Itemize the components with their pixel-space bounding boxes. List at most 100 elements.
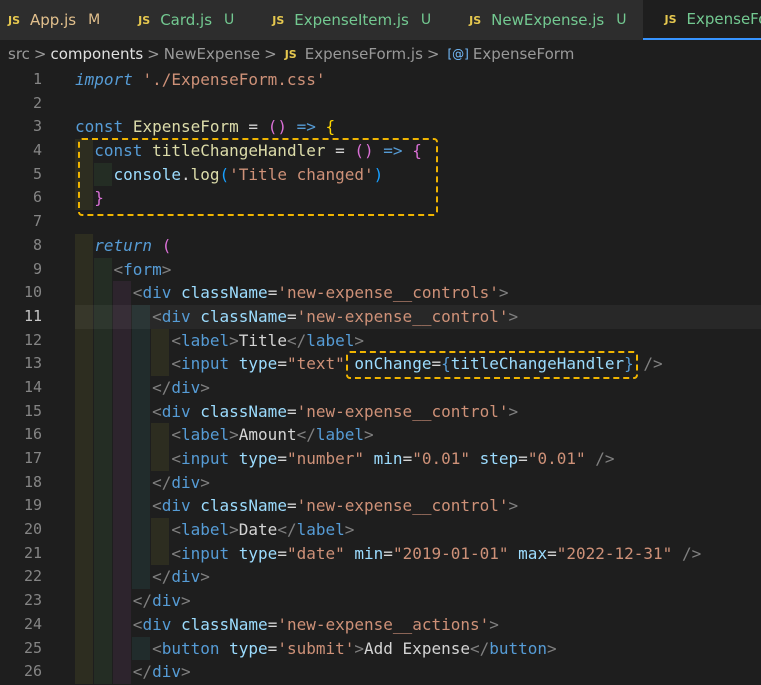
indent-guide (75, 447, 93, 471)
tab-expenseitem-js[interactable]: JS ExpenseItem.js U (250, 0, 448, 40)
line-number: 8 (32, 235, 42, 254)
jsx-attribute: className (180, 614, 268, 634)
indent-guide (113, 304, 131, 329)
paren: ( (161, 235, 172, 255)
indent-guide (132, 399, 150, 424)
indent-guide (75, 304, 93, 329)
jsx-attribute: step (479, 449, 519, 468)
tab-card-js[interactable]: JS Card.js U (116, 0, 251, 40)
jsx-tag: input (180, 449, 230, 468)
indent-guide (113, 541, 131, 566)
string: "text" (286, 354, 345, 374)
breadcrumb-symbol[interactable]: ExpenseForm (473, 45, 574, 63)
breadcrumb-file[interactable]: ExpenseForm.js (305, 45, 423, 63)
indent-guide (94, 304, 112, 329)
indent-guide (151, 447, 169, 471)
jsx-tag: button (161, 638, 220, 658)
indent-guide (113, 375, 131, 400)
tab-newexpense-js[interactable]: JS NewExpense.js U (447, 0, 643, 40)
jsx-tag: input (180, 543, 230, 563)
js-file-icon: JS (469, 13, 482, 27)
indent-guide (132, 375, 150, 400)
code-line: console.log('Title changed') (75, 162, 761, 187)
indent-guide (151, 423, 169, 447)
code-line: return ( (75, 233, 761, 258)
indent-guide (113, 636, 131, 661)
identifier: titleChangeHandler (152, 141, 326, 161)
indent-guide (94, 352, 112, 376)
chevron-right-icon: > (33, 45, 47, 63)
jsx-tag: div (171, 567, 201, 587)
chevron-right-icon: > (147, 45, 160, 63)
indent-guide (75, 352, 93, 376)
tab-expenseform-js[interactable]: JS ExpenseForm.js U (642, 0, 761, 40)
jsx-attribute: onChange (354, 354, 432, 374)
line-number: 6 (32, 188, 42, 207)
tab-label: NewExpense.js (491, 11, 605, 29)
indent-guide (113, 352, 131, 376)
indent-guide (75, 612, 93, 637)
jsx-tag: div (161, 496, 191, 516)
code-area[interactable]: import './ExpenseForm.css' const Expense… (75, 68, 761, 684)
jsx-text: Amount (238, 425, 297, 445)
string: 'submit' (277, 638, 355, 658)
tab-label: Card.js (160, 11, 213, 29)
paren: ) (373, 164, 384, 184)
line-number: 17 (23, 449, 42, 467)
breadcrumb: src > components > NewExpense > JS Expen… (0, 40, 761, 68)
indent-guide (132, 423, 150, 447)
string: 'new-expense__control' (296, 306, 509, 326)
js-file-icon: JS (284, 47, 297, 61)
jsx-tag: input (180, 354, 230, 374)
tab-app-js[interactable]: JS App.js M (0, 0, 117, 40)
operator: . (180, 164, 191, 184)
brace: { (325, 117, 336, 137)
string: 'new-expense__control' (296, 496, 509, 516)
code-line: <input type="date" min="2019-01-01" max=… (75, 541, 761, 566)
code-line: </div> (75, 660, 761, 684)
line-number: 5 (32, 164, 42, 183)
git-status-badge: U (420, 12, 432, 28)
operator: = (248, 117, 259, 137)
indent-guide (75, 518, 93, 542)
code-line: <form> (75, 257, 761, 282)
code-editor[interactable]: 1 2 3 4 5 6 7 8 9 10 11 12 13 14 15 16 1… (0, 68, 761, 685)
indent-guide (132, 328, 150, 353)
string: 'new-expense__actions' (277, 614, 490, 634)
line-number: 3 (32, 117, 42, 136)
indent-guide (94, 399, 112, 424)
string: './ExpenseForm.css' (142, 70, 326, 89)
line-number: 15 (23, 401, 42, 420)
indent-guide (75, 162, 93, 187)
indent-guide (113, 518, 131, 542)
breadcrumb-components[interactable]: components (50, 45, 143, 63)
indent-guide (94, 636, 112, 661)
indent-guide (94, 257, 112, 282)
code-line: <div className='new-expense__control'> (75, 399, 761, 424)
breadcrumb-src[interactable]: src (8, 45, 30, 63)
indent-guide (75, 186, 93, 211)
brace: } (94, 188, 104, 208)
indent-guide (75, 541, 93, 566)
line-number: 2 (32, 93, 42, 112)
line-number-gutter: 1 2 3 4 5 6 7 8 9 10 11 12 13 14 15 16 1… (0, 68, 50, 684)
breadcrumb-folder[interactable]: NewExpense (164, 45, 260, 63)
indent-guide (132, 541, 150, 566)
code-line: <label>Amount</label> (75, 423, 761, 447)
string: 'new-expense__controls' (277, 283, 499, 303)
git-status-badge: U (616, 12, 627, 28)
operator: = (335, 141, 345, 161)
line-number: 23 (23, 591, 42, 610)
git-status-badge: M (88, 12, 101, 28)
indent-guide (113, 660, 131, 684)
string: "2019-01-01" (392, 543, 509, 563)
indent-guide (151, 328, 169, 353)
line-number: 22 (23, 567, 42, 586)
code-line: <label>Date</label> (75, 518, 761, 542)
line-number-active: 11 (23, 306, 42, 325)
indent-guide (75, 233, 93, 258)
paren: () (267, 117, 287, 137)
line-number: 25 (23, 638, 42, 657)
code-line: <div className='new-expense__controls'> (75, 281, 761, 305)
